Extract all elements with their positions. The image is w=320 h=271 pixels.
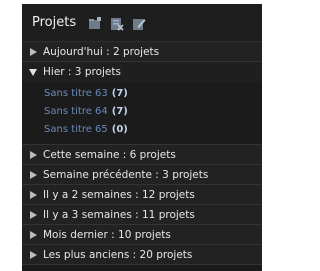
group-label: Mois dernier : 10 projets	[43, 228, 171, 241]
group-label: Il y a 3 semaines : 11 projets	[43, 208, 195, 221]
expand-arrow-icon[interactable]	[26, 210, 40, 219]
group-label: Les plus anciens : 20 projets	[43, 248, 193, 261]
group-previous-week[interactable]: Semaine précédente : 3 projets	[22, 165, 262, 185]
edit-icon[interactable]	[132, 16, 146, 30]
group-yesterday-children: Sans titre 63 (7) Sans titre 64 (7) Sans…	[22, 82, 262, 145]
project-name: Sans titre 64	[44, 105, 108, 117]
project-count: (0)	[111, 123, 128, 135]
group-2-weeks-ago[interactable]: Il y a 2 semaines : 12 projets	[22, 185, 262, 205]
expand-arrow-icon[interactable]	[26, 150, 40, 159]
project-count: (7)	[111, 105, 128, 117]
group-label: Aujourd'hui : 2 projets	[43, 45, 160, 58]
expand-arrow-icon[interactable]	[26, 190, 40, 199]
group-oldest[interactable]: Les plus anciens : 20 projets	[22, 245, 262, 265]
panel-header: Projets	[22, 4, 262, 42]
new-folder-icon[interactable]	[88, 16, 102, 30]
delete-icon[interactable]	[110, 16, 124, 31]
group-label: Hier : 3 projets	[43, 66, 121, 78]
group-label: Il y a 2 semaines : 12 projets	[43, 188, 195, 201]
project-name: Sans titre 65	[44, 123, 108, 135]
collapse-arrow-icon[interactable]	[26, 68, 40, 76]
group-3-weeks-ago[interactable]: Il y a 3 semaines : 11 projets	[22, 205, 262, 225]
expand-arrow-icon[interactable]	[26, 230, 40, 239]
group-label: Semaine précédente : 3 projets	[43, 168, 209, 181]
expand-arrow-icon[interactable]	[26, 47, 40, 56]
group-yesterday[interactable]: Hier : 3 projets	[22, 62, 262, 82]
project-name: Sans titre 63	[44, 87, 108, 99]
project-item[interactable]: Sans titre 65 (0)	[22, 120, 262, 138]
group-last-month[interactable]: Mois dernier : 10 projets	[22, 225, 262, 245]
project-item[interactable]: Sans titre 63 (7)	[22, 84, 262, 102]
expand-arrow-icon[interactable]	[26, 250, 40, 259]
project-item[interactable]: Sans titre 64 (7)	[22, 102, 262, 120]
group-today[interactable]: Aujourd'hui : 2 projets	[22, 42, 262, 62]
expand-arrow-icon[interactable]	[26, 170, 40, 179]
group-label: Cette semaine : 6 projets	[43, 148, 176, 161]
project-count: (7)	[111, 87, 128, 99]
panel-title: Projets	[32, 15, 77, 30]
group-this-week[interactable]: Cette semaine : 6 projets	[22, 145, 262, 165]
projects-panel: Projets Aujourd'hui : 2 projets Hier : 3…	[22, 4, 262, 271]
